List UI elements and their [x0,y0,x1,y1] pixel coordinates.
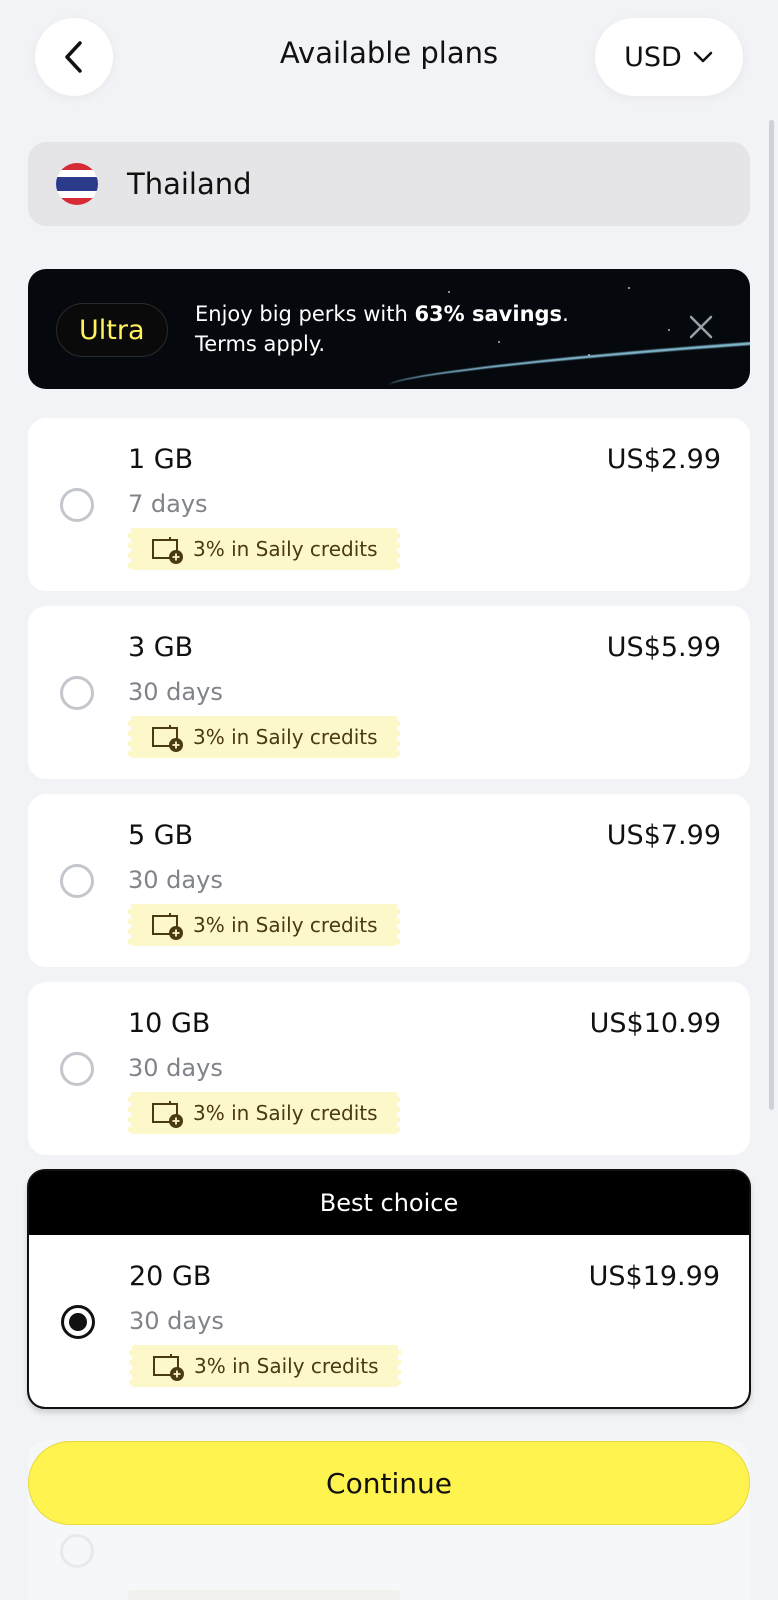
credits-text: 3% in Saily credits [193,537,378,561]
chevron-down-icon [693,51,713,63]
ultra-badge: Ultra [56,303,168,357]
scrollbar[interactable] [769,120,774,1110]
plan-price: US$2.99 [606,444,721,475]
credits-badge: 3% in Saily credits [125,528,403,570]
continue-button[interactable]: Continue [28,1441,750,1525]
plan-card-5gb[interactable]: 5 GB US$7.99 30 days 3% in Saily credits [28,794,750,967]
plan-data-amount: 3 GB [128,632,194,663]
credits-text: 3% in Saily credits [194,1354,379,1378]
plan-radio[interactable] [60,488,94,522]
close-icon[interactable] [686,312,716,342]
plan-card-3gb[interactable]: 3 GB US$5.99 30 days 3% in Saily credits [28,606,750,779]
plan-duration: 30 days [128,866,223,894]
plan-duration: 7 days [128,490,208,518]
credits-badge [128,1590,400,1600]
plan-price: US$7.99 [606,820,721,851]
plan-duration: 30 days [128,678,223,706]
credits-badge: 3% in Saily credits [125,716,403,758]
banner-text: Enjoy big perks with 63% savings. Terms … [195,302,569,356]
wallet-plus-icon [152,537,183,564]
ultra-promo-banner[interactable]: Ultra Enjoy big perks with 63% savings. … [28,269,750,389]
best-choice-label: Best choice [319,1189,459,1217]
wallet-plus-icon [152,725,183,752]
credits-badge: 3% in Saily credits [125,1092,403,1134]
plan-duration: 30 days [129,1307,224,1335]
plan-radio[interactable] [60,864,94,898]
country-selector[interactable]: Thailand [28,142,750,226]
wallet-plus-icon [152,913,183,940]
plan-radio-selected[interactable] [61,1305,95,1339]
thailand-flag-icon [56,163,98,205]
plan-radio[interactable] [60,676,94,710]
credits-badge: 3% in Saily credits [125,904,403,946]
plan-data-amount: 20 GB [129,1261,212,1292]
credits-text: 3% in Saily credits [193,725,378,749]
currency-selector[interactable]: USD [595,18,743,96]
plan-data-amount: 10 GB [128,1008,211,1039]
credits-text: 3% in Saily credits [193,913,378,937]
wallet-plus-icon [152,1101,183,1128]
plan-data-amount: 1 GB [128,444,194,475]
credits-badge: 3% in Saily credits [126,1345,404,1387]
plan-card-10gb[interactable]: 10 GB US$10.99 30 days 3% in Saily credi… [28,982,750,1155]
country-name: Thailand [127,167,252,201]
plan-price: US$10.99 [589,1008,721,1039]
available-plans-screen: Available plans USD Thailand Ultra Enjoy… [0,0,778,1600]
plan-price: US$19.99 [588,1261,720,1292]
plan-radio [60,1534,94,1568]
plan-data-amount: 5 GB [128,820,194,851]
best-choice-card[interactable]: Best choice 20 GB US$19.99 30 days 3% in… [27,1169,751,1409]
wallet-plus-icon [153,1354,184,1381]
plan-price: US$5.99 [606,632,721,663]
plan-card-20gb[interactable]: 20 GB US$19.99 30 days 3% in Saily credi… [29,1235,749,1407]
credits-text: 3% in Saily credits [193,1101,378,1125]
plan-card-1gb[interactable]: 1 GB US$2.99 7 days 3% in Saily credits [28,418,750,591]
plan-radio[interactable] [60,1052,94,1086]
plan-duration: 30 days [128,1054,223,1082]
currency-label: USD [624,41,682,73]
